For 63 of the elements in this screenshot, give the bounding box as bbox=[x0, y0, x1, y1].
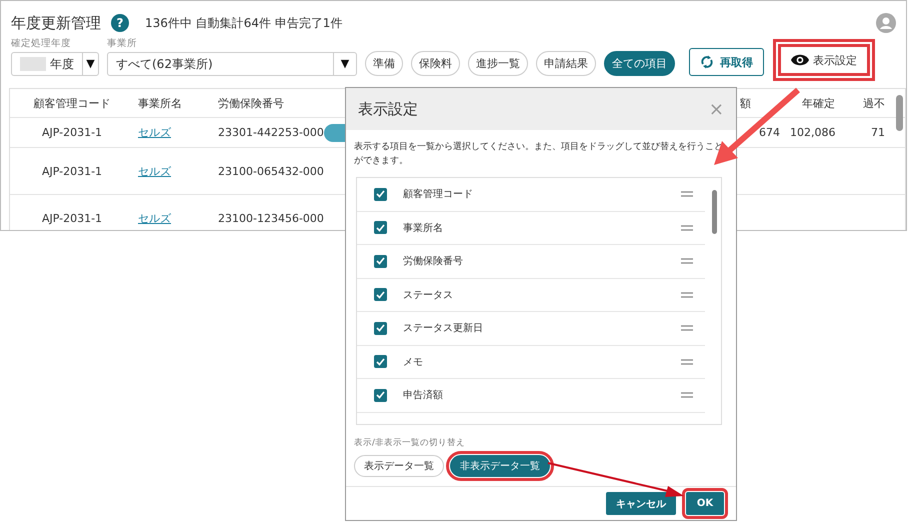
view-filter-button[interactable]: 保険料 bbox=[411, 51, 460, 76]
cancel-button[interactable]: キャンセル bbox=[606, 492, 676, 515]
drag-handle-icon[interactable] bbox=[681, 325, 693, 332]
checkbox[interactable] bbox=[374, 221, 387, 234]
drag-handle-icon[interactable] bbox=[681, 191, 693, 198]
dialog-title: 表示設定 bbox=[358, 100, 418, 118]
table-cell-text: 102,086 bbox=[789, 126, 836, 139]
office-link[interactable]: セルズ bbox=[138, 212, 171, 224]
drag-handle-icon[interactable] bbox=[681, 292, 693, 298]
filter-label: 確定処理年度 bbox=[11, 37, 72, 50]
refresh-icon bbox=[700, 55, 714, 69]
checkbox[interactable] bbox=[374, 254, 387, 268]
page-title: 年度更新管理 bbox=[11, 14, 101, 32]
filter-label: 事業所 bbox=[107, 37, 138, 50]
drag-handle-icon[interactable] bbox=[681, 392, 693, 398]
office-link[interactable]: セルズ bbox=[138, 126, 171, 139]
table-cell-text: 23100-123456-000 bbox=[217, 212, 324, 224]
checkbox[interactable] bbox=[374, 388, 387, 402]
column-header: 年確定 bbox=[801, 96, 836, 110]
view-filter-button[interactable]: 進捗一覧 bbox=[468, 51, 528, 76]
table-cell-text: 71 bbox=[870, 126, 886, 139]
column-item-label: 顧客管理コード bbox=[403, 188, 473, 202]
column-item-label: 事業所名 bbox=[403, 222, 443, 235]
user-avatar-icon[interactable] bbox=[876, 13, 896, 33]
scrollbar[interactable] bbox=[712, 190, 717, 234]
column-header: 過不 bbox=[862, 96, 886, 110]
scrollbar[interactable] bbox=[896, 95, 903, 131]
table-cell-text: 23100-065432-000 bbox=[217, 164, 324, 178]
reload-button[interactable]: 再取得 bbox=[689, 48, 764, 76]
drag-handle-icon[interactable] bbox=[681, 224, 693, 231]
checkbox[interactable] bbox=[374, 288, 387, 302]
column-header: 労働保険番号 bbox=[217, 96, 285, 110]
toggle-label: 表示/非表示一覧の切り替え bbox=[353, 437, 466, 449]
column-header: 顧客管理コード bbox=[32, 96, 112, 110]
record-summary: 136件中 自動集計64件 申告完了1件 bbox=[145, 14, 342, 32]
table-cell-text: 23301-442253-000 bbox=[217, 126, 324, 139]
checkbox[interactable] bbox=[374, 322, 387, 335]
help-icon[interactable]: ? bbox=[111, 14, 129, 32]
checkbox[interactable] bbox=[374, 188, 387, 201]
column-item-label: ステータス更新日 bbox=[403, 322, 483, 336]
checkbox[interactable] bbox=[374, 355, 387, 368]
table-cell-text: AJP-2031-1 bbox=[40, 164, 104, 178]
column-item-label: 労働保険番号 bbox=[403, 254, 463, 268]
table-cell-text: AJP-2031-1 bbox=[40, 212, 104, 224]
year-select[interactable]: 年度 ▼ bbox=[11, 52, 99, 76]
column-header: 事業所名 bbox=[137, 96, 183, 110]
eye-icon bbox=[791, 54, 809, 66]
office-select[interactable]: すべて(62事業所) ▼ bbox=[107, 52, 357, 76]
table-cell-text: 674 bbox=[758, 126, 781, 139]
view-filter-button[interactable]: 準備 bbox=[365, 51, 403, 76]
view-filter-button[interactable]: 申請結果 bbox=[536, 51, 596, 76]
column-header: 額 bbox=[739, 96, 752, 110]
redacted-block bbox=[20, 57, 46, 71]
column-item-label: 申告済額 bbox=[403, 388, 443, 402]
table-cell-text: AJP-2031-1 bbox=[40, 126, 104, 139]
view-filter-button[interactable]: 全ての項目 bbox=[604, 51, 675, 76]
list-toggle-button[interactable]: 表示データ一覧 bbox=[354, 455, 444, 477]
drag-handle-icon[interactable] bbox=[681, 358, 693, 365]
ok-button[interactable]: OK bbox=[686, 492, 724, 515]
drag-handle-icon[interactable] bbox=[681, 258, 693, 264]
column-item-label: ステータス bbox=[403, 288, 453, 302]
office-link[interactable]: セルズ bbox=[138, 164, 171, 178]
column-item-label: メモ bbox=[403, 356, 423, 369]
